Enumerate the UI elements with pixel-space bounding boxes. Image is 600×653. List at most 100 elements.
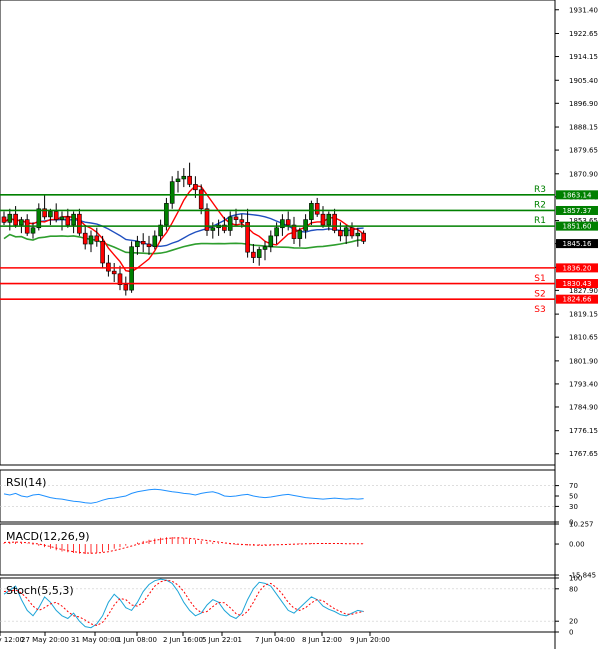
candle-body [169,181,175,204]
trading-chart: 1931.40 1922.65 1914.15 1905.40 1896.90 1888.… [0,0,600,649]
candle-body [181,175,187,180]
candle-body [314,203,320,215]
candle-body [106,262,111,272]
candle-body [77,213,82,234]
candle-body [88,235,94,245]
indicator-tick-label: 0 [569,629,573,637]
candle-body [19,219,24,226]
price-tick-label: 1801.90 [569,357,598,365]
price-tick-label: 1922.65 [569,30,598,38]
price-tick-label: 1896.90 [569,100,598,108]
price-tick-label: 1914.15 [569,53,598,61]
price-tick-label: 1931.40 [569,6,598,14]
price-tick-label: 1776.15 [569,427,598,435]
candle-body [1,216,7,223]
level-label-r3: R3 [534,185,546,195]
time-tick-label: 1 Jun 08:00 [117,636,157,644]
time-tick-label: 8 Jun 12:00 [302,636,342,644]
candle-body [233,216,239,220]
candle-body [303,219,308,231]
candle-body [251,251,256,258]
macd-panel: 10.2570.00-15.845MACD(12,26,9) [0,521,596,580]
candle-body [326,213,332,226]
candle-body [187,175,192,185]
indicator-tick-label: 20 [569,618,578,626]
price-tick-label: 1827.90 [569,287,598,295]
level-tag-value: 1863.14 [563,191,592,199]
time-tick-label: 5 Jun 22:01 [202,636,242,644]
candle-body [349,227,355,237]
level-label-r2: R2 [534,200,546,210]
candle-body [361,232,366,242]
time-tick-label: 2 Jun 16:00 [163,636,203,644]
candle-body [338,230,343,237]
candle-body [94,235,100,242]
candle-body [65,216,71,226]
candle-body [53,211,59,220]
price-tick-label: 1810.65 [569,334,598,342]
price-tick-label: 1870.90 [569,170,598,178]
candle-body [285,219,291,226]
time-tick-label: 9 Jun 20:00 [350,636,390,644]
candle-body [152,235,158,248]
level-tag-value: 1836.20 [563,264,592,272]
indicator-tick-label: 30 [569,503,578,511]
candle-body [343,227,349,237]
candle-body [146,243,152,248]
price-panel: 1931.40 1922.65 1914.15 1905.40 1896.90 1888.… [0,0,598,649]
current-price-value: 1845.16 [563,240,592,248]
time-tick-label: 27 May 20:00 [21,636,69,644]
candle-body [36,208,42,229]
candle-body [309,203,314,220]
stoch-panel: 100 80 20 0 Stoch(5,5,3) [0,575,582,637]
level-tag-value: 1830.43 [563,280,592,288]
candle-body [239,219,245,223]
time-tick-label: 31 May 00:00 [71,636,119,644]
candle-body [227,216,233,231]
price-tick-label: 1793.40 [569,380,598,388]
indicator-label: RSI(14) [6,476,46,489]
price-tick-label: 1784.90 [569,403,598,411]
price-tick-label: 1888.15 [569,124,598,132]
level-tag-value: 1851.60 [563,223,592,231]
ma-fast-line [3,184,365,273]
price-tick-label: 1879.65 [569,147,598,155]
level-label-r1: R1 [534,216,546,226]
candle-body [256,249,262,258]
candle-body [175,178,181,182]
candle-body [30,227,36,234]
candle-body [71,213,76,226]
level-tag-value: 1857.37 [563,207,592,215]
indicator-tick-label: 100 [569,575,582,583]
candle-body [59,216,65,220]
indicator-tick-label: 50 [569,493,578,501]
candle-body [111,270,117,275]
level-label-s2: S2 [534,290,545,300]
candle-body [198,189,204,210]
candle-body [332,213,337,231]
time-tick-label: 7 Jun 04:00 [255,636,295,644]
indicator-label: MACD(12,26,9) [6,530,90,543]
candle-body [100,241,105,264]
candle-body [355,232,361,237]
candle-body [320,213,326,226]
price-tick-label: 1819.15 [569,311,598,319]
candle-body [13,213,18,226]
candle-body [140,241,146,245]
candle-body [274,227,279,237]
candle-body [204,208,210,231]
candle-body [262,246,268,250]
level-tag-value: 1824.66 [563,296,592,304]
candle-body [291,224,297,239]
candle-body [164,203,169,226]
indicator-tick-label: 80 [569,585,578,593]
candle-body [123,284,129,291]
indicator-tick-label: 70 [569,482,578,490]
candle-body [268,235,274,248]
chart-canvas: 1931.40 1922.65 1914.15 1905.40 1896.90 1888.… [0,0,598,649]
rsi-line [3,488,364,504]
price-tick-label: 1905.40 [569,77,598,85]
candle-body [48,211,53,218]
candle-body [193,184,198,191]
candle-body [210,227,216,231]
